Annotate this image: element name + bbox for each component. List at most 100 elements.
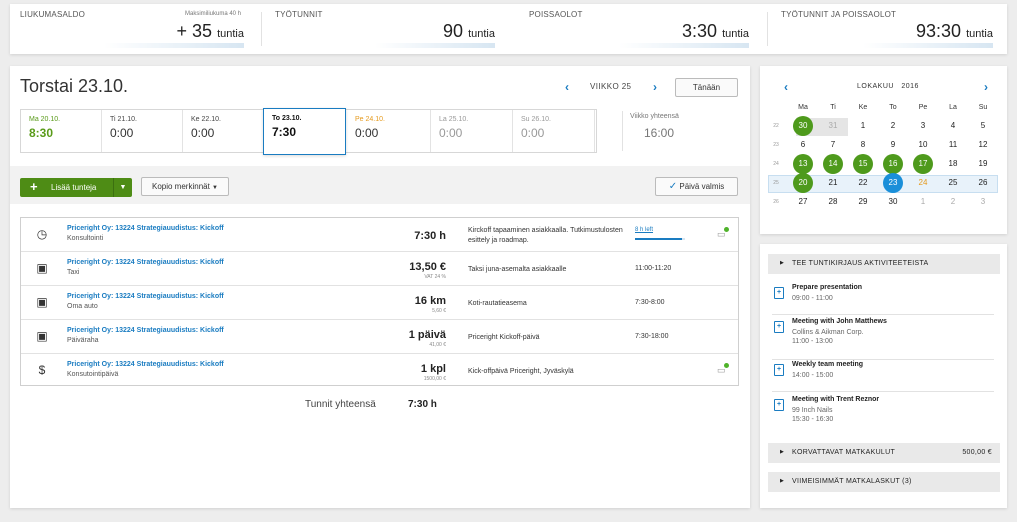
calendar-day[interactable]: 27 [793, 192, 813, 212]
entry-amount-sub: 5,60 € [432, 308, 446, 314]
travel-costs-accordion[interactable]: ▶ KORVATTAVAT MATKAKULUT 500,00 € [768, 443, 1000, 463]
calendar-day[interactable]: 23 [883, 173, 903, 193]
absence-label: POISSAOLOT [529, 10, 583, 19]
day-done-button[interactable]: ✓ Päivä valmis [655, 177, 738, 196]
entry-amount: 1 päivä [408, 329, 446, 341]
calendar-day[interactable]: 22 [853, 173, 873, 193]
entry-amount: 1 kpl [420, 363, 446, 375]
add-hours-button[interactable]: + Lisää tunteja ▼ [20, 178, 132, 197]
calendar-day[interactable]: 30 [793, 116, 813, 136]
calendar-day[interactable]: 9 [883, 135, 903, 155]
work-label: TYÖTUNNIT [275, 10, 323, 19]
calendar-day[interactable]: 16 [883, 154, 903, 174]
calendar-day[interactable]: 5 [973, 116, 993, 136]
calendar-day[interactable]: 2 [883, 116, 903, 136]
day-tab[interactable]: Ke 22.10. 0:00 [183, 110, 264, 152]
caret-down-icon: ▼ [212, 185, 218, 191]
week-number: 22 [773, 123, 779, 129]
entry-type: Oma auto [67, 303, 98, 310]
calendar-day[interactable]: 7 [823, 135, 843, 155]
day-name: Su 26.10. [521, 116, 551, 123]
calendar-day[interactable]: 6 [793, 135, 813, 155]
day-hours: 0:00 [439, 126, 463, 140]
recent-invoices-accordion[interactable]: ▶ VIIMEISIMMÄT MATKALASKUT (3) [768, 472, 1000, 492]
calendar-day[interactable]: 10 [913, 135, 933, 155]
table-row[interactable]: ▣ Priceright Oy: 13224 Strategiauudistus:… [21, 286, 738, 320]
calendar-day[interactable]: 28 [823, 192, 843, 212]
budget-progress [635, 238, 685, 240]
calendar-day[interactable]: 30 [883, 192, 903, 212]
calendar-day[interactable]: 24 [913, 173, 933, 193]
calendar-day[interactable]: 26 [973, 173, 993, 193]
day-hours: 0:00 [191, 126, 215, 140]
activity-item[interactable]: + Meeting with Trent Reznor 99 Inch Nails 1… [772, 396, 994, 438]
day-tab[interactable]: Ma 20.10. 8:30 [21, 110, 102, 152]
balance-label: LIUKUMASALDO [20, 10, 86, 19]
weekday-header: Ke [858, 104, 868, 111]
day-name: La 25.10. [439, 116, 469, 123]
table-row[interactable]: ▣ Priceright Oy: 13224 Strategiauudistus:… [21, 252, 738, 286]
calendar-day[interactable]: 3 [973, 192, 993, 212]
calendar-day[interactable]: 13 [793, 154, 813, 174]
entry-description: Priceright Kickoff-päivä [468, 334, 540, 341]
table-row[interactable]: ◷ Priceright Oy: 13224 Strategiauudistus:… [21, 218, 738, 252]
table-row[interactable]: $ Priceright Oy: 13224 Strategiauudistus:… [21, 354, 738, 388]
balance-stat: LIUKUMASALDO Maksimiliukuma 40 h + 35 tu… [20, 4, 244, 54]
entry-toolbar: + Lisää tunteja ▼ [10, 166, 750, 204]
add-entry-icon[interactable]: + [774, 364, 784, 376]
calendar-day[interactable]: 2 [943, 192, 963, 212]
day-tab[interactable]: To 23.10. 7:30 [263, 108, 346, 155]
prev-week-chevron-left-icon[interactable]: ‹ [565, 80, 569, 94]
activity-details: 99 Inch Nails 15:30 - 16:30 [792, 407, 834, 423]
calendar-day[interactable]: 3 [913, 116, 933, 136]
add-dropdown-caret-icon[interactable]: ▼ [113, 178, 132, 197]
day-tab[interactable]: Ti 21.10. 0:00 [102, 110, 183, 152]
calendar-day[interactable]: 8 [853, 135, 873, 155]
add-entry-icon[interactable]: + [774, 399, 784, 411]
activity-item[interactable]: + Weekly team meeting 14:00 - 15:00 [772, 361, 994, 392]
calendar-day[interactable]: 12 [973, 135, 993, 155]
add-entry-icon[interactable]: + [774, 287, 784, 299]
activity-item[interactable]: + Meeting with John Matthews Collins & Aik… [772, 318, 994, 360]
comment-icon[interactable]: ▭ [717, 227, 729, 240]
prev-month-chevron-left-icon[interactable]: ‹ [784, 80, 788, 94]
activities-accordion[interactable]: ▶ TEE TUNTIKIRJAUS AKTIVITEETEISTA [768, 254, 1000, 274]
total-value: 93:30 tuntia [916, 21, 993, 41]
activity-item[interactable]: + Prepare presentation 09:00 - 11:00 [772, 284, 994, 315]
project-link[interactable]: Priceright Oy: 13224 Strategiauudistus: … [67, 361, 224, 368]
comment-icon[interactable]: ▭ [717, 363, 729, 376]
weekday-header: To [889, 104, 897, 111]
calendar-day[interactable]: 4 [943, 116, 963, 136]
activity-details: 09:00 - 11:00 [792, 295, 833, 302]
calendar-day[interactable]: 21 [823, 173, 843, 193]
today-button[interactable]: Tänään [675, 78, 738, 97]
hours-left-link[interactable]: 8 h left [635, 227, 653, 233]
calendar-day[interactable]: 14 [823, 154, 843, 174]
next-month-chevron-right-icon[interactable]: › [984, 80, 988, 94]
project-link[interactable]: Priceright Oy: 13224 Strategiauudistus: … [67, 327, 224, 334]
day-tab[interactable]: La 25.10. 0:00 [431, 110, 513, 152]
calendar-day[interactable]: 11 [943, 135, 963, 155]
calendar-day[interactable]: 31 [823, 116, 843, 136]
project-link[interactable]: Priceright Oy: 13224 Strategiauudistus: … [67, 225, 224, 232]
absence-stat: POISSAOLOT 3:30 tuntia [529, 4, 749, 54]
copy-entries-button[interactable]: Kopio merkinnät ▼ [141, 177, 229, 196]
project-link[interactable]: Priceright Oy: 13224 Strategiauudistus: … [67, 259, 224, 266]
calendar-day[interactable]: 15 [853, 154, 873, 174]
next-week-chevron-right-icon[interactable]: › [653, 80, 657, 94]
calendar-day[interactable]: 19 [973, 154, 993, 174]
entry-description: Kick-offpäivä Priceright, Jyväskylä [468, 368, 574, 375]
calendar-day[interactable]: 29 [853, 192, 873, 212]
table-row[interactable]: ▣ Priceright Oy: 13224 Strategiauudistus:… [21, 320, 738, 354]
calendar-day[interactable]: 1 [853, 116, 873, 136]
calendar-day[interactable]: 18 [943, 154, 963, 174]
day-tab[interactable]: Su 26.10. 0:00 [513, 110, 595, 152]
calendar-day[interactable]: 17 [913, 154, 933, 174]
calendar-day[interactable]: 25 [943, 173, 963, 193]
add-entry-icon[interactable]: + [774, 321, 784, 333]
project-link[interactable]: Priceright Oy: 13224 Strategiauudistus: … [67, 293, 224, 300]
calendar-day[interactable]: 20 [793, 173, 813, 193]
entry-description: Taksi juna-asemalta asiakkaalle [468, 266, 567, 273]
calendar-day[interactable]: 1 [913, 192, 933, 212]
day-tab[interactable]: Pe 24.10. 0:00 [347, 110, 431, 152]
